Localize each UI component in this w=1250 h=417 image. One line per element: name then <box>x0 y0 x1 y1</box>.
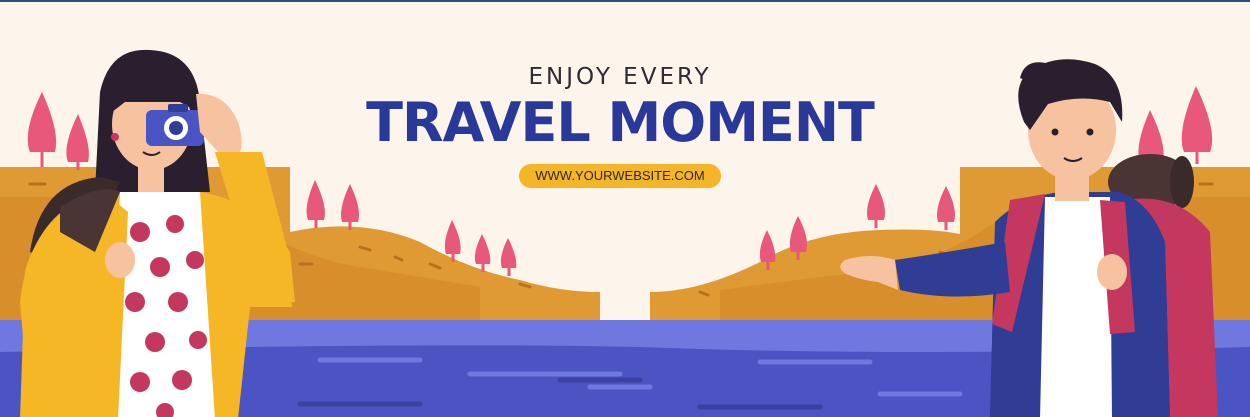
travel-banner: ENJOY EVERY TRAVEL MOMENT WWW.YOURWEBSIT… <box>0 0 1250 417</box>
banner-title: TRAVEL MOMENT <box>366 91 875 154</box>
camera-icon <box>146 104 204 146</box>
headline-group: ENJOY EVERY TRAVEL MOMENT WWW.YOURWEBSIT… <box>340 60 900 188</box>
website-url-pill[interactable]: WWW.YOURWEBSITE.COM <box>519 164 721 188</box>
banner-subtitle: ENJOY EVERY <box>528 64 712 90</box>
